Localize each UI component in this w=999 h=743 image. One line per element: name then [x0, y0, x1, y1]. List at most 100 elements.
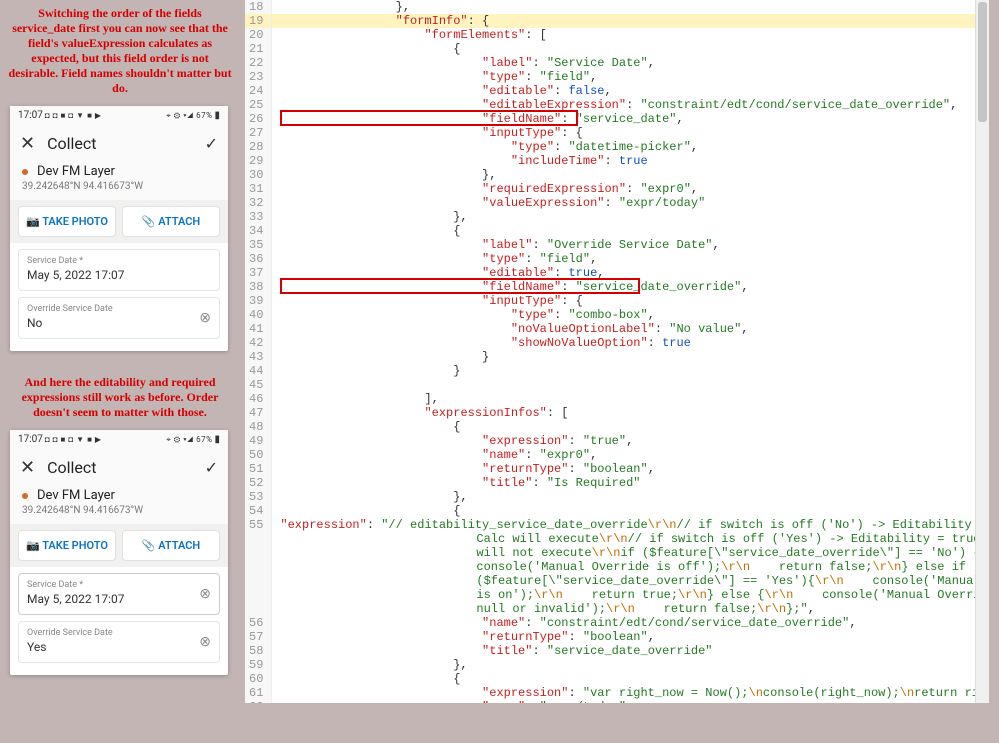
code-content[interactable]: "title": "Is Required"	[272, 476, 989, 490]
code-content[interactable]: "valueExpression": "expr/today"	[272, 196, 989, 210]
code-content[interactable]: "inputType": {	[272, 294, 989, 308]
attach-button[interactable]: 📎 ATTACH	[122, 530, 220, 561]
code-content[interactable]: ],	[272, 392, 989, 406]
code-content[interactable]: "fieldName": "service_date_override",	[272, 280, 989, 294]
code-line[interactable]: 29 "includeTime": true	[245, 154, 989, 168]
code-content[interactable]: "returnType": "boolean",	[272, 462, 989, 476]
code-line[interactable]: 58 "title": "service_date_override"	[245, 644, 989, 658]
code-line[interactable]: 37 "editable": true,	[245, 266, 989, 280]
override-service-date-field[interactable]: Override Service Date Yes ⊗	[18, 621, 220, 663]
clear-icon[interactable]: ⊗	[199, 310, 211, 326]
submit-icon[interactable]: ✓	[205, 458, 218, 477]
code-line[interactable]: 59 },	[245, 658, 989, 672]
code-line[interactable]: 56 "name": "constraint/edt/cond/service_…	[245, 616, 989, 630]
code-content[interactable]: {	[272, 672, 989, 686]
code-content[interactable]: }	[272, 350, 989, 364]
code-line[interactable]: 61 "expression": "var right_now = Now();…	[245, 686, 989, 700]
code-content[interactable]: "name": "expr/today",	[272, 700, 989, 703]
code-line[interactable]: 41 "noValueOptionLabel": "No value",	[245, 322, 989, 336]
code-line[interactable]: 22 "label": "Service Date",	[245, 56, 989, 70]
scrollbar-thumb[interactable]	[978, 2, 987, 122]
clear-icon[interactable]: ⊗	[199, 586, 211, 602]
code-content[interactable]: "fieldName": "service_date",	[272, 112, 989, 126]
code-content[interactable]: }	[272, 364, 989, 378]
code-line[interactable]: 36 "type": "field",	[245, 252, 989, 266]
code-line[interactable]: 51 "returnType": "boolean",	[245, 462, 989, 476]
code-content[interactable]: "includeTime": true	[272, 154, 989, 168]
close-icon[interactable]: ✕	[20, 133, 35, 154]
code-line[interactable]: 27 "inputType": {	[245, 126, 989, 140]
code-content[interactable]	[272, 378, 989, 392]
code-content[interactable]: "expression": "// editability_service_da…	[272, 518, 989, 616]
code-line[interactable]: 48 {	[245, 420, 989, 434]
code-line[interactable]: 50 "name": "expr0",	[245, 448, 989, 462]
code-line[interactable]: 26 "fieldName": "service_date",	[245, 112, 989, 126]
code-line[interactable]: 25 "editableExpression": "constraint/edt…	[245, 98, 989, 112]
close-icon[interactable]: ✕	[20, 457, 35, 478]
override-service-date-field[interactable]: Override Service Date No ⊗	[18, 297, 220, 339]
code-line[interactable]: 49 "expression": "true",	[245, 434, 989, 448]
code-content[interactable]: {	[272, 224, 989, 238]
code-content[interactable]: "label": "Override Service Date",	[272, 238, 989, 252]
code-line[interactable]: 54 {	[245, 504, 989, 518]
code-content[interactable]: "name": "expr0",	[272, 448, 989, 462]
code-line[interactable]: 38 "fieldName": "service_date_override",	[245, 280, 989, 294]
service-date-field[interactable]: Service Date * May 5, 2022 17:07 ⊗	[18, 573, 220, 615]
code-content[interactable]: "name": "constraint/edt/cond/service_dat…	[272, 616, 989, 630]
code-line[interactable]: 28 "type": "datetime-picker",	[245, 140, 989, 154]
code-line[interactable]: 44 }	[245, 364, 989, 378]
code-content[interactable]: "formInfo": {	[272, 14, 989, 28]
attach-button[interactable]: 📎 ATTACH	[122, 206, 220, 237]
code-line[interactable]: 18 },	[245, 0, 989, 14]
code-content[interactable]: "label": "Service Date",	[272, 56, 989, 70]
code-line[interactable]: 30 },	[245, 168, 989, 182]
code-line[interactable]: 32 "valueExpression": "expr/today"	[245, 196, 989, 210]
code-content[interactable]: "requiredExpression": "expr0",	[272, 182, 989, 196]
submit-icon[interactable]: ✓	[205, 134, 218, 153]
code-content[interactable]: "showNoValueOption": true	[272, 336, 989, 350]
code-line[interactable]: 31 "requiredExpression": "expr0",	[245, 182, 989, 196]
code-content[interactable]: },	[272, 168, 989, 182]
code-content[interactable]: "type": "field",	[272, 70, 989, 84]
take-photo-button[interactable]: 📷 TAKE PHOTO	[18, 530, 116, 561]
code-line[interactable]: 34 {	[245, 224, 989, 238]
code-line[interactable]: 24 "editable": false,	[245, 84, 989, 98]
code-content[interactable]: "expression": "var right_now = Now();\nc…	[272, 686, 989, 700]
code-content[interactable]: "type": "field",	[272, 252, 989, 266]
vertical-scrollbar[interactable]	[975, 0, 989, 703]
code-line[interactable]: 55"expression": "// editability_service_…	[245, 518, 989, 616]
clear-icon[interactable]: ⊗	[199, 634, 211, 650]
code-content[interactable]: "expression": "true",	[272, 434, 989, 448]
code-line[interactable]: 43 }	[245, 350, 989, 364]
code-line[interactable]: 45	[245, 378, 989, 392]
code-line[interactable]: 57 "returnType": "boolean",	[245, 630, 989, 644]
code-content[interactable]: "title": "service_date_override"	[272, 644, 989, 658]
code-content[interactable]: "editable": true,	[272, 266, 989, 280]
code-content[interactable]: },	[272, 0, 989, 14]
code-line[interactable]: 47 "expressionInfos": [	[245, 406, 989, 420]
code-content[interactable]: {	[272, 420, 989, 434]
code-content[interactable]: "noValueOptionLabel": "No value",	[272, 322, 989, 336]
code-line[interactable]: 42 "showNoValueOption": true	[245, 336, 989, 350]
code-content[interactable]: "returnType": "boolean",	[272, 630, 989, 644]
code-content[interactable]: "type": "combo-box",	[272, 308, 989, 322]
code-line[interactable]: 46 ],	[245, 392, 989, 406]
code-content[interactable]: "expressionInfos": [	[272, 406, 989, 420]
code-content[interactable]: "editable": false,	[272, 84, 989, 98]
code-line[interactable]: 20 "formElements": [	[245, 28, 989, 42]
service-date-field[interactable]: Service Date * May 5, 2022 17:07	[18, 249, 220, 291]
code-content[interactable]: },	[272, 490, 989, 504]
take-photo-button[interactable]: 📷 TAKE PHOTO	[18, 206, 116, 237]
code-content[interactable]: {	[272, 42, 989, 56]
code-line[interactable]: 39 "inputType": {	[245, 294, 989, 308]
code-line[interactable]: 33 },	[245, 210, 989, 224]
code-line[interactable]: 23 "type": "field",	[245, 70, 989, 84]
code-line[interactable]: 53 },	[245, 490, 989, 504]
code-line[interactable]: 21 {	[245, 42, 989, 56]
code-content[interactable]: "formElements": [	[272, 28, 989, 42]
code-content[interactable]: {	[272, 504, 989, 518]
code-editor[interactable]: 18 },19 "formInfo": {20 "formElements": …	[245, 0, 989, 703]
code-line[interactable]: 19 "formInfo": {	[245, 14, 989, 28]
code-line[interactable]: 60 {	[245, 672, 989, 686]
code-line[interactable]: 35 "label": "Override Service Date",	[245, 238, 989, 252]
